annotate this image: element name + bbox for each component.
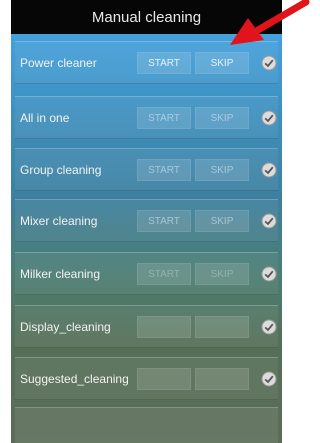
start-button[interactable]: START bbox=[137, 210, 191, 232]
check-circle-icon[interactable] bbox=[261, 110, 277, 126]
start-button[interactable]: START bbox=[137, 52, 191, 74]
start-button[interactable] bbox=[137, 316, 191, 338]
row-label: Power cleaner bbox=[20, 56, 97, 70]
start-button[interactable]: START bbox=[137, 263, 191, 285]
page-title: Manual cleaning bbox=[91, 8, 202, 26]
row-label: Display_cleaning bbox=[20, 320, 111, 334]
row-group-cleaning: Group cleaning START SKIP bbox=[15, 148, 278, 191]
row-label: All in one bbox=[20, 111, 70, 125]
skip-button[interactable]: SKIP bbox=[195, 107, 249, 129]
row-label: Suggested_cleaning bbox=[20, 372, 129, 386]
bottom-empty-row bbox=[15, 407, 278, 443]
skip-button[interactable]: SKIP bbox=[195, 52, 249, 74]
row-all-in-one: All in one START SKIP bbox=[15, 96, 278, 139]
row-label: Mixer cleaning bbox=[20, 214, 98, 228]
start-button[interactable]: START bbox=[137, 159, 191, 181]
skip-button[interactable]: SKIP bbox=[195, 159, 249, 181]
row-milker-cleaning: Milker cleaning START SKIP bbox=[15, 252, 278, 295]
row-label: Milker cleaning bbox=[20, 267, 101, 281]
check-circle-icon[interactable] bbox=[261, 55, 277, 71]
row-mixer-cleaning: Mixer cleaning START SKIP bbox=[15, 199, 278, 242]
skip-button[interactable] bbox=[195, 368, 249, 390]
skip-button[interactable] bbox=[195, 316, 249, 338]
check-circle-icon[interactable] bbox=[261, 371, 277, 387]
skip-button[interactable]: SKIP bbox=[195, 210, 249, 232]
check-circle-icon[interactable] bbox=[261, 266, 277, 282]
check-circle-icon[interactable] bbox=[261, 319, 277, 335]
manual-cleaning-panel: Manual cleaning Power cleaner START SKIP… bbox=[11, 0, 282, 443]
skip-button[interactable]: SKIP bbox=[195, 263, 249, 285]
row-display-cleaning: Display_cleaning bbox=[15, 305, 278, 348]
check-circle-icon[interactable] bbox=[261, 162, 277, 178]
row-label: Group cleaning bbox=[20, 163, 102, 177]
title-bar: Manual cleaning bbox=[11, 0, 282, 34]
start-button[interactable]: START bbox=[137, 107, 191, 129]
row-power-cleaner: Power cleaner START SKIP bbox=[15, 41, 278, 84]
row-suggested-cleaning: Suggested_cleaning bbox=[15, 357, 278, 400]
check-circle-icon[interactable] bbox=[261, 213, 277, 229]
start-button[interactable] bbox=[137, 368, 191, 390]
